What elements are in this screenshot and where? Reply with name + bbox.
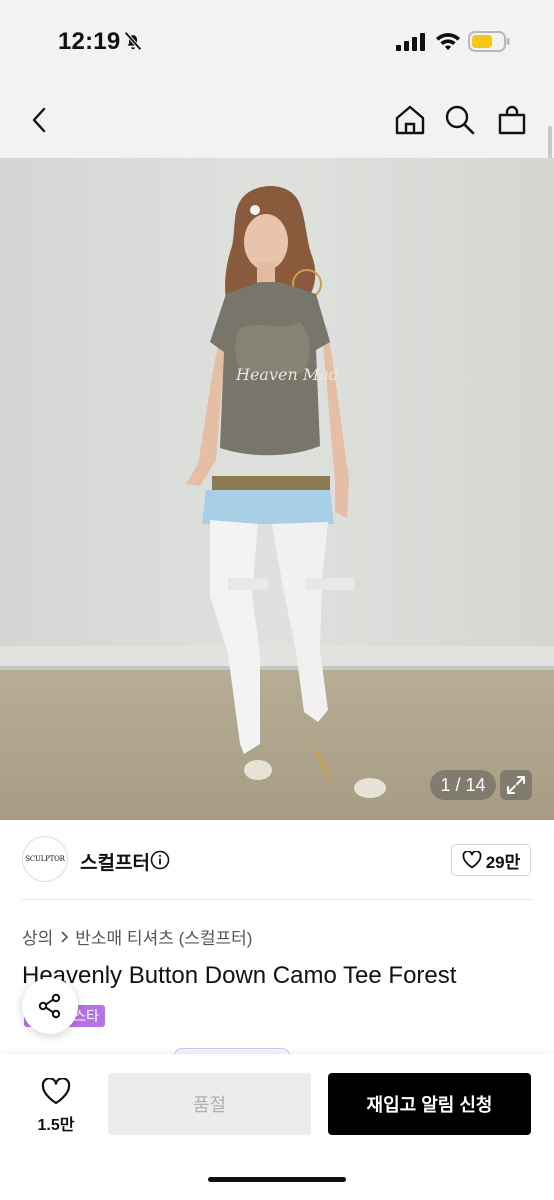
product-photo: Heaven Mad bbox=[0, 158, 554, 820]
share-icon bbox=[38, 993, 61, 1019]
divider bbox=[22, 899, 532, 900]
info-icon[interactable] bbox=[150, 850, 170, 870]
signal-icon bbox=[396, 33, 425, 51]
heart-icon bbox=[462, 851, 482, 869]
home-icon bbox=[395, 105, 425, 135]
search-icon bbox=[445, 105, 475, 135]
brand-logo[interactable]: SCULPTOR bbox=[22, 836, 68, 882]
wifi-icon bbox=[436, 33, 460, 50]
image-counter: 1 / 14 bbox=[430, 770, 496, 800]
product-title: Heavenly Button Down Camo Tee Forest bbox=[22, 962, 457, 989]
breadcrumb: 상의 반소매 티셔츠 (스컬프터) bbox=[22, 924, 252, 949]
search-button[interactable] bbox=[440, 100, 480, 140]
svg-text:Heaven Mad: Heaven Mad bbox=[235, 365, 339, 384]
sold-out-button: 품절 bbox=[108, 1073, 311, 1135]
back-button[interactable] bbox=[20, 100, 60, 140]
status-bar: 12:19 bbox=[0, 0, 554, 84]
wishlist-count: 1.5만 bbox=[37, 1116, 75, 1134]
bell-slash-icon bbox=[124, 31, 142, 51]
expand-icon bbox=[507, 776, 525, 794]
shopping-bag-icon bbox=[498, 105, 526, 135]
wishlist-button[interactable]: 1.5만 bbox=[22, 1074, 90, 1138]
brand-name[interactable]: 스컬프터 bbox=[80, 848, 150, 875]
home-indicator bbox=[208, 1177, 346, 1182]
status-time: 12:19 bbox=[58, 28, 121, 55]
breadcrumb-item-category[interactable]: 상의 bbox=[22, 924, 53, 949]
expand-image-button[interactable] bbox=[500, 770, 532, 800]
brand-logo-text: SCULPTOR bbox=[25, 855, 65, 863]
heart-icon bbox=[41, 1077, 71, 1104]
cart-button[interactable] bbox=[492, 100, 532, 140]
brand-like-count: 29만 bbox=[485, 852, 521, 872]
brand-row: SCULPTOR 스컬프터 29만 bbox=[0, 820, 554, 900]
battery-icon bbox=[468, 31, 510, 52]
restock-alert-button[interactable]: 재입고 알림 신청 bbox=[328, 1073, 531, 1135]
home-button[interactable] bbox=[390, 100, 430, 140]
product-image-gallery[interactable]: Heaven Mad 1 / 14 bbox=[0, 158, 554, 820]
chevron-right-icon bbox=[59, 930, 69, 944]
share-button[interactable] bbox=[22, 978, 78, 1034]
chevron-left-icon bbox=[32, 107, 46, 133]
top-nav-bar bbox=[0, 84, 554, 158]
breadcrumb-item-subcategory[interactable]: 반소매 티셔츠 (스컬프터) bbox=[75, 924, 252, 949]
brand-like-button[interactable]: 29만 bbox=[451, 844, 531, 876]
